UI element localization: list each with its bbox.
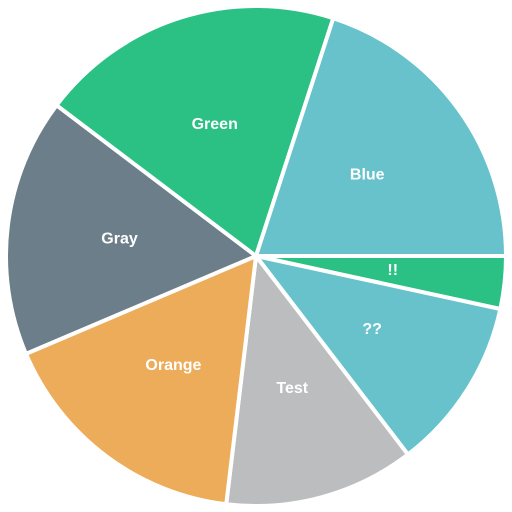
slice-label-test-2: Test bbox=[276, 380, 308, 397]
slices-layer bbox=[4, 4, 509, 508]
slice-label-symbol-0: !! bbox=[387, 262, 398, 279]
slice-label-symbol-1: ?? bbox=[362, 321, 382, 338]
pie-chart: !!?? Test Orange Gray Green Blue bbox=[0, 0, 512, 512]
slice-label-green-5: Green bbox=[192, 116, 238, 133]
slice-label-orange-3: Orange bbox=[145, 357, 201, 374]
slice-label-blue-6: Blue bbox=[350, 166, 385, 183]
slice-label-gray-4: Gray bbox=[101, 230, 138, 247]
pie-chart-canvas: !!?? Test Orange Gray Green Blue bbox=[4, 4, 509, 508]
